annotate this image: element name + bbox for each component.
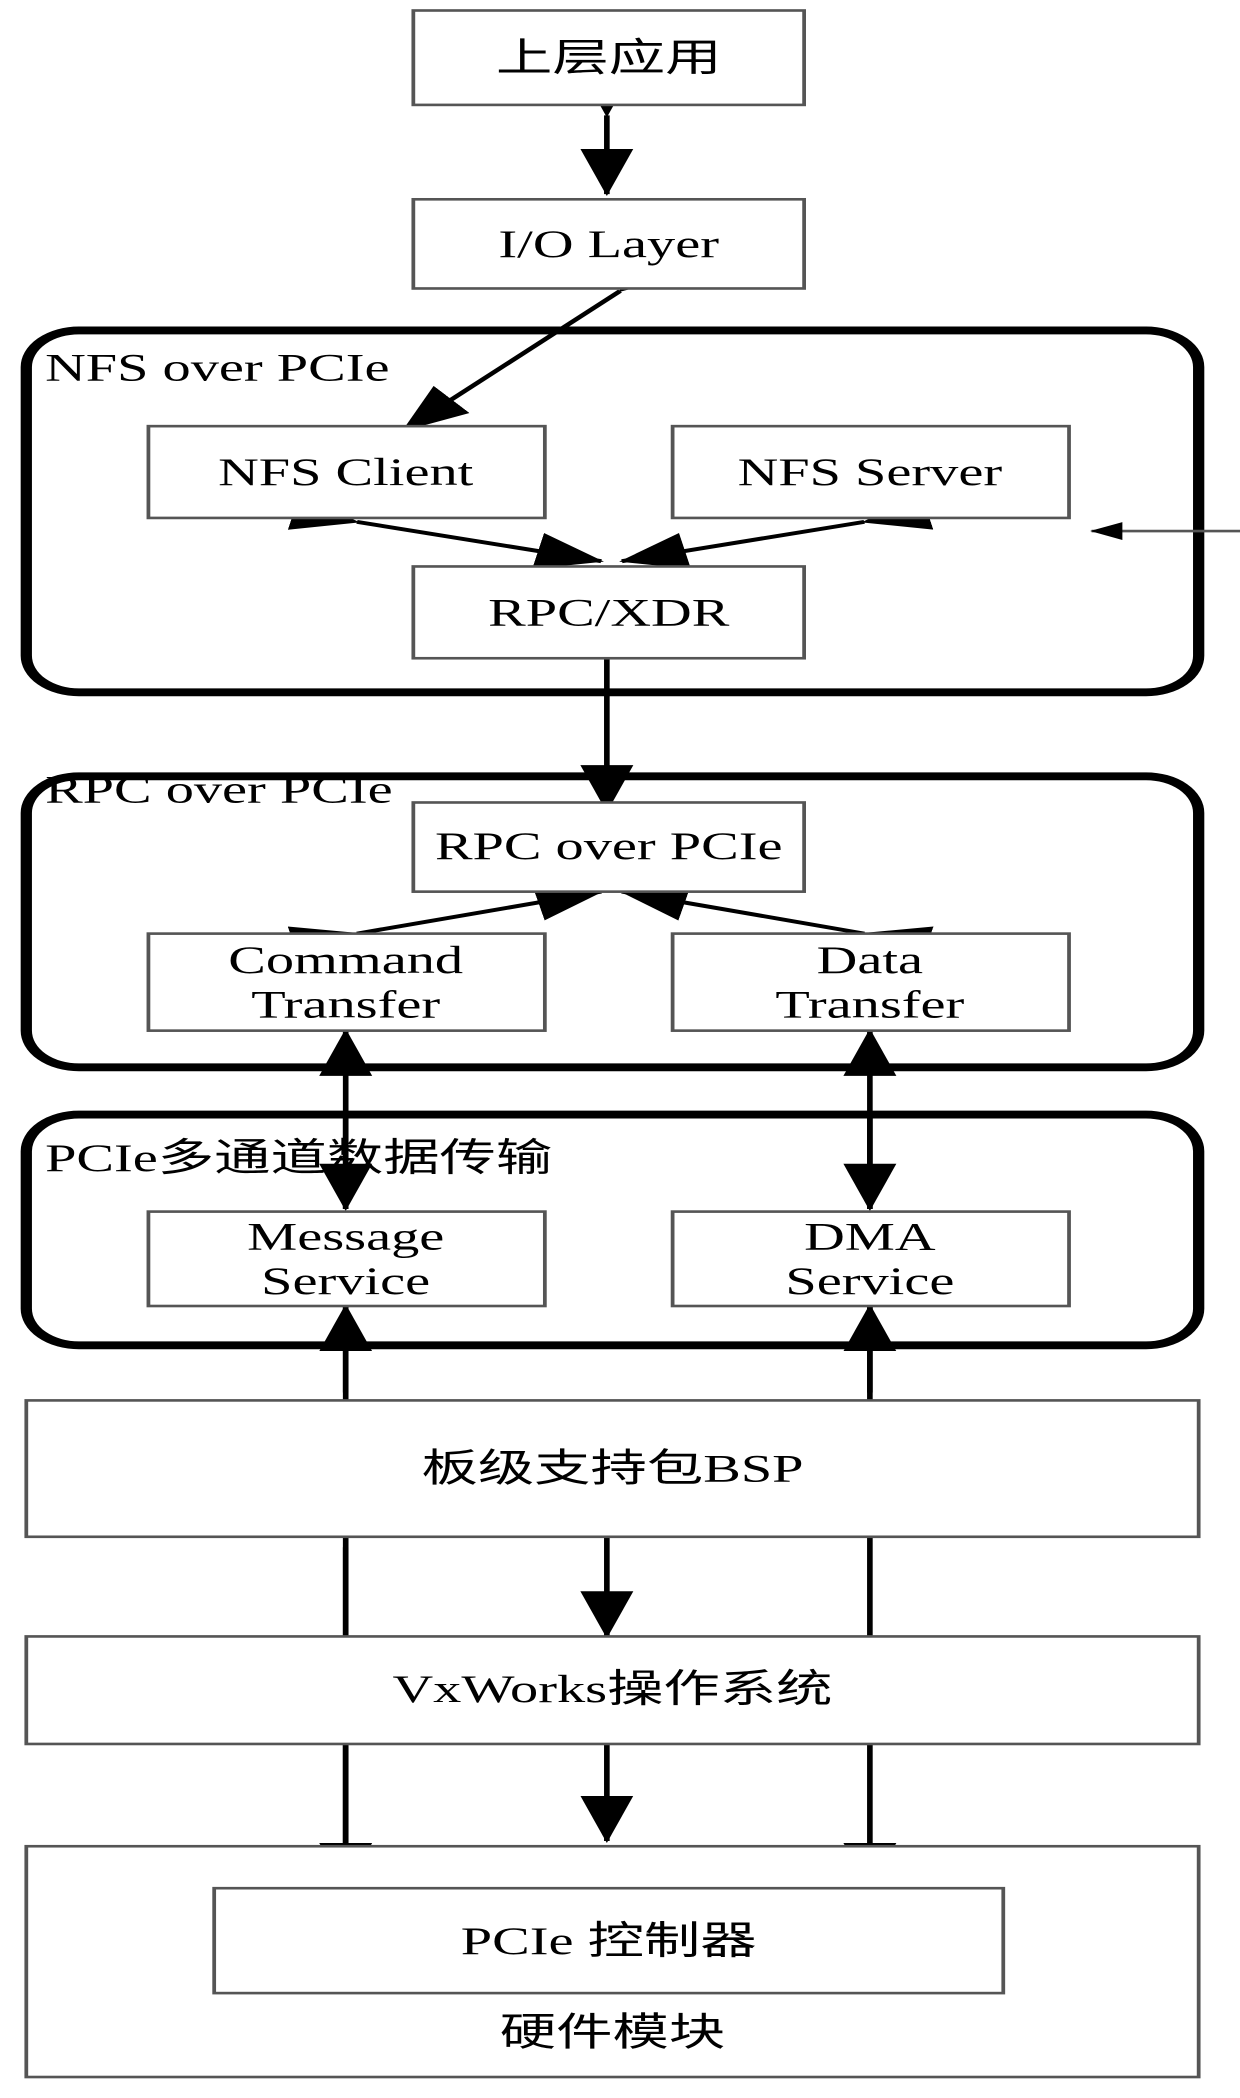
box-dma-service-label-1: DMA — [804, 1215, 936, 1259]
box-io-layer-top-label: I/O Layer — [498, 222, 719, 266]
box-upper-application-label: 上层应用 — [496, 36, 721, 80]
box-command-transfer-label-2: Transfer — [251, 983, 440, 1027]
edge-nfsclient-rpcxdr — [287, 493, 604, 570]
architecture-diagram: NFS over PCIe RPC over PCIe PCIe多通道数据传输 … — [0, 0, 1240, 2098]
edge-nfsserver-rightiolayer — [1090, 522, 1240, 540]
box-data-transfer-label-2: Transfer — [775, 983, 964, 1027]
edge-rpcpcie-datatransfer — [619, 884, 934, 963]
box-bsp-label: 板级支持包BSP — [421, 1447, 803, 1491]
box-dma-service-label-2: Service — [785, 1259, 954, 1303]
edge-iolayer-nfsclient — [401, 246, 686, 432]
box-message-service-label-2: Service — [261, 1259, 430, 1303]
group-rpc-over-pcie-label: RPC over PCIe — [45, 768, 393, 812]
box-rpc-xdr-label: RPC/XDR — [488, 591, 730, 635]
edge-nfsserver-rpcxdr — [619, 493, 934, 569]
group-pcie-multichannel-label: PCIe多通道数据传输 — [45, 1136, 552, 1180]
box-nfs-client-label: NFS Client — [218, 450, 474, 494]
group-nfs-over-pcie-label: NFS over PCIe — [45, 345, 389, 389]
box-pcie-controller-label: PCIe 控制器 — [461, 1919, 757, 1963]
box-nfs-server-label: NFS Server — [738, 450, 1003, 494]
box-command-transfer-label-1: Command — [228, 938, 463, 982]
box-vxworks-label: VxWorks操作系统 — [392, 1667, 832, 1711]
box-hardware-module-label: 硬件模块 — [500, 2011, 725, 2055]
box-message-service-label-1: Message — [247, 1215, 444, 1259]
box-rpc-over-pcie-label: RPC over PCIe — [435, 824, 783, 868]
box-data-transfer-label-1: Data — [817, 938, 923, 982]
edge-rpcpcie-commandtransfer — [287, 884, 604, 963]
